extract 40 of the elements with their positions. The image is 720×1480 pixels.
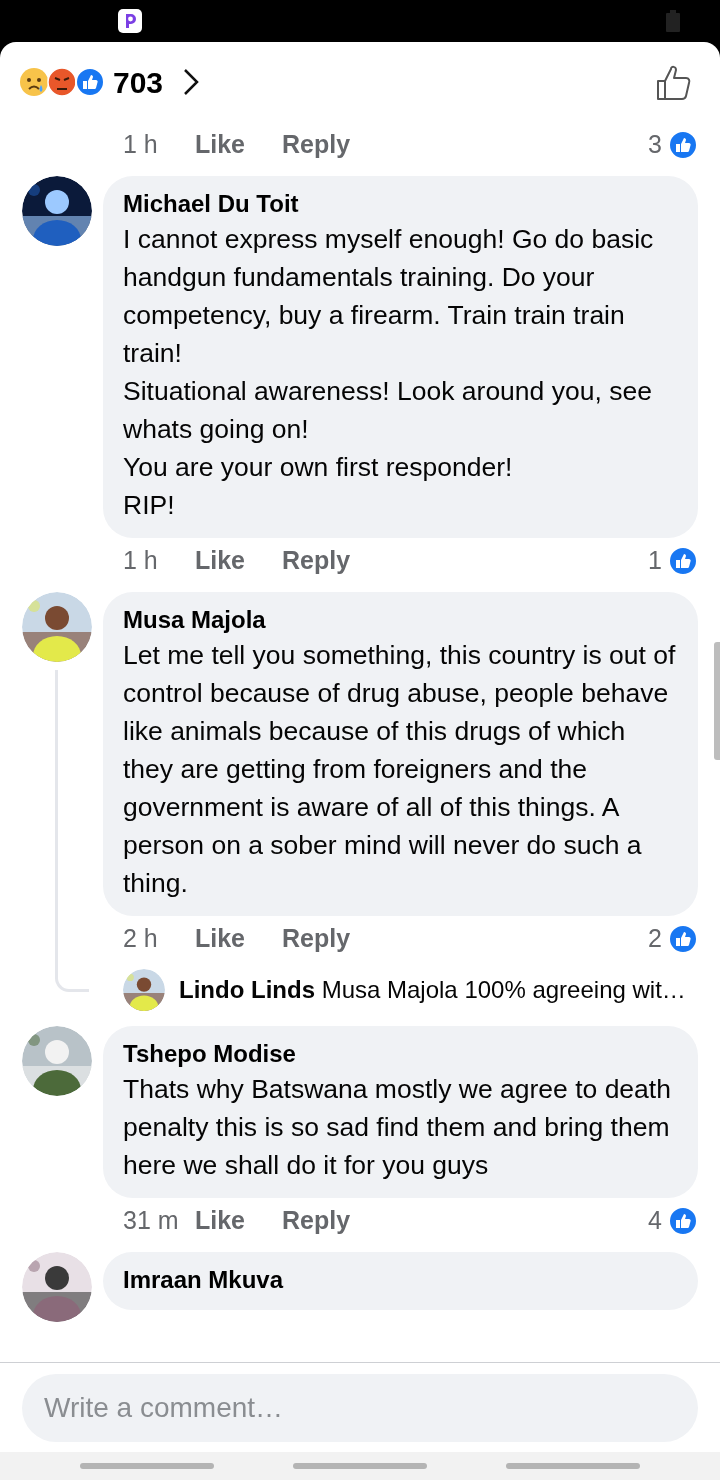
thumbs-up-icon[interactable] — [656, 63, 692, 101]
nav-bar-handle[interactable] — [506, 1463, 641, 1469]
comment-time: 1 h — [123, 545, 159, 577]
battery-icon — [666, 10, 680, 32]
like-link[interactable]: Like — [195, 1202, 246, 1240]
reaction-count[interactable]: 703 — [113, 59, 164, 105]
reply-link[interactable]: Reply — [282, 126, 351, 164]
reply-link[interactable]: Reply — [282, 1202, 351, 1240]
like-icon — [668, 924, 698, 954]
like-count: 2 — [648, 923, 662, 955]
comment-author[interactable]: Imraan Mkuva — [123, 1264, 678, 1296]
like-count: 1 — [648, 545, 662, 577]
reply-link[interactable]: Reply — [282, 542, 351, 580]
comment-text: Thats why Batswana mostly we agree to death penalty this is so sad find them and bring them here we shall do it for you guys — [123, 1073, 672, 1182]
comment-time: 31 m — [123, 1205, 180, 1237]
like-link[interactable]: Like — [195, 542, 246, 580]
comment-text: I cannot express myself enough! Go do basic handgun fundamentals training. Do your competency, buy a firearm. Train train train train! Situational awareness! Look around you, see whats going on! You are your own first responder! RIP! — [123, 223, 655, 522]
comment-author[interactable]: Tshepo Modise — [123, 1038, 678, 1070]
like-count: 4 — [648, 1205, 662, 1237]
nav-bar-handle[interactable] — [293, 1463, 427, 1469]
like-icon — [668, 546, 698, 576]
like-icon — [668, 130, 698, 160]
app-icon — [118, 9, 142, 33]
comment-text: Let me tell you something, this country is out of control because of drug abuse, people behave like animals because of this drugs of which they are getting from foreigners and the government is aware of all of this things. A person on a sober mind will never do such a thing. — [123, 639, 677, 900]
like-icon — [75, 67, 105, 97]
comment-time: 2 h — [123, 923, 159, 955]
comment-author[interactable]: Michael Du Toit — [123, 188, 678, 220]
angry-reaction-icon — [47, 67, 77, 97]
nav-bar-handle[interactable] — [79, 1463, 214, 1469]
comment-author[interactable]: Musa Majola — [123, 604, 678, 636]
like-link[interactable]: Like — [195, 920, 246, 958]
like-icon — [668, 1206, 698, 1236]
like-count: 3 — [648, 129, 662, 161]
comment-time: 1 h — [123, 129, 159, 161]
reply-preview[interactable]: Lindo Linds Musa Majola 100% agreeing wit… — [179, 972, 686, 1008]
like-link[interactable]: Like — [195, 126, 246, 164]
comment-input[interactable]: Write a comment… — [22, 1373, 698, 1442]
reply-link[interactable]: Reply — [282, 920, 351, 958]
chevron-right-icon[interactable] — [183, 68, 200, 96]
sad-reaction-icon — [19, 67, 49, 97]
